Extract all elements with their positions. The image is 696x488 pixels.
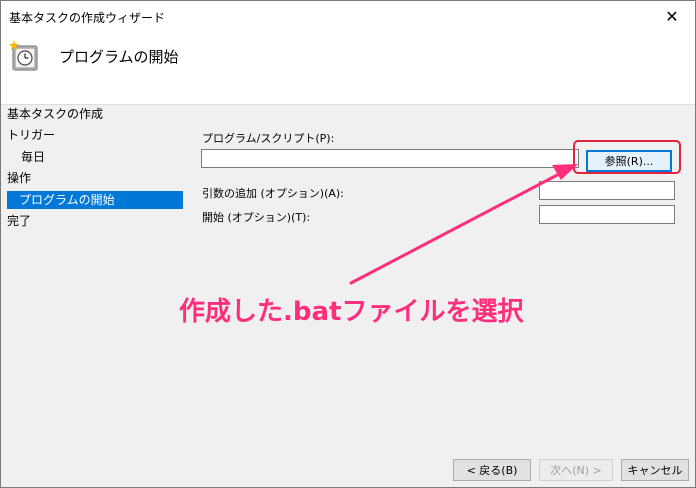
start-in-label: 開始 (オプション)(T): [202,211,311,224]
browse-button[interactable]: 参照(R)... [586,150,672,172]
step-create-basic-task: 基本タスクの作成 [7,107,104,121]
program-script-label: プログラム/スクリプト(P): [202,132,335,145]
step-trigger: トリガー [7,128,56,142]
arguments-label: 引数の追加 (オプション)(A): [202,187,344,200]
annotation-text: 作成した.batファイルを選択 [179,297,524,327]
start-in-input[interactable] [539,205,675,224]
step-action: 操作 [7,171,32,185]
wizard-steps-pane: 基本タスクの作成 トリガー 毎日 操作 プログラムの開始 完了 [1,105,183,487]
program-script-input[interactable] [201,149,579,168]
wizard-window: 基本タスクの作成ウィザード ✕ プログラムの開始 基本タスクの作成 トリガー 毎… [0,0,696,488]
window-title: 基本タスクの作成ウィザード [9,11,166,25]
step-start-program: プログラムの開始 [7,191,183,209]
step-finish: 完了 [7,214,32,228]
arguments-input[interactable] [539,181,675,200]
wizard-header: プログラムの開始 [1,31,695,105]
close-icon: ✕ [665,6,679,26]
task-scheduler-clock-icon [9,40,38,71]
cancel-button[interactable]: キャンセル [621,459,689,481]
next-button[interactable]: 次へ(N) > [539,459,613,481]
close-button[interactable]: ✕ [649,1,695,31]
step-daily: 毎日 [21,150,46,164]
back-button[interactable]: < 戻る(B) [453,459,531,481]
page-title: プログラムの開始 [59,48,179,66]
title-bar: 基本タスクの作成ウィザード ✕ [1,1,695,31]
